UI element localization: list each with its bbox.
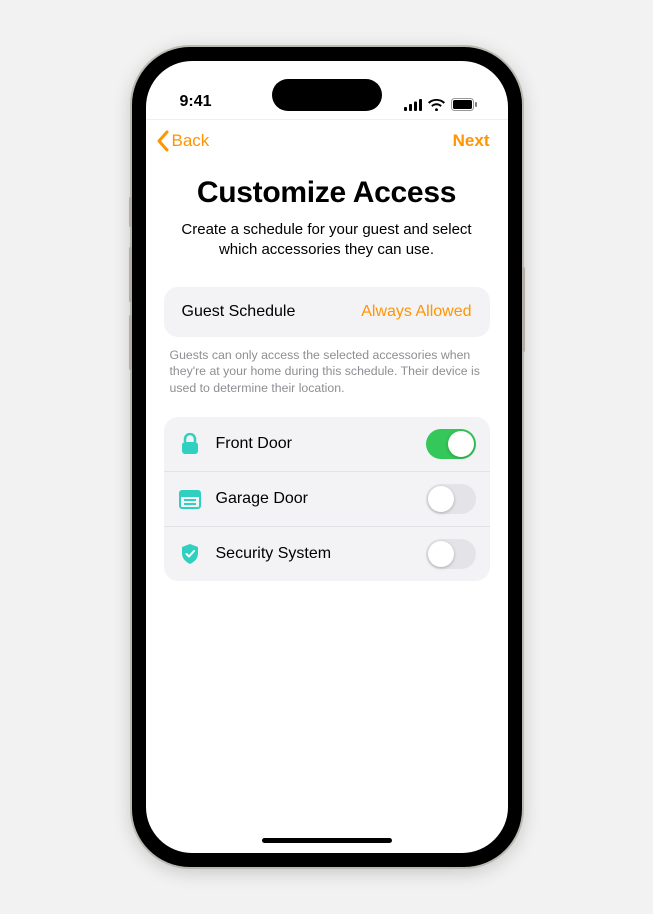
battery-icon xyxy=(451,98,478,111)
screen: 9:41 Back Next xyxy=(146,61,508,853)
guest-schedule-row[interactable]: Guest Schedule Always Allowed xyxy=(164,287,490,337)
schedule-footnote: Guests can only access the selected acce… xyxy=(170,347,484,398)
toggle-garage-door[interactable] xyxy=(426,484,476,514)
accessory-list: Front Door Garage Door Security System xyxy=(164,417,490,581)
volume-up-button xyxy=(129,247,132,302)
home-indicator[interactable] xyxy=(262,838,392,843)
page-subtitle: Create a schedule for your guest and sel… xyxy=(146,210,508,261)
guest-schedule-label: Guest Schedule xyxy=(182,303,296,321)
wifi-icon xyxy=(428,99,445,111)
guest-schedule-value: Always Allowed xyxy=(361,303,471,321)
chevron-left-icon xyxy=(156,130,170,152)
silent-switch xyxy=(129,197,132,227)
status-indicators xyxy=(404,98,478,111)
power-button xyxy=(522,267,525,352)
volume-down-button xyxy=(129,315,132,370)
accessory-label: Front Door xyxy=(216,435,426,453)
nav-bar: Back Next xyxy=(146,119,508,158)
back-label: Back xyxy=(172,131,210,151)
list-item-garage-door: Garage Door xyxy=(164,471,490,526)
accessory-label: Garage Door xyxy=(216,490,426,508)
page-title: Customize Access xyxy=(146,176,508,210)
back-button[interactable]: Back xyxy=(156,130,210,152)
cellular-icon xyxy=(404,99,422,111)
lock-icon xyxy=(178,432,202,456)
dynamic-island xyxy=(272,79,382,111)
toggle-front-door[interactable] xyxy=(426,429,476,459)
garage-icon xyxy=(178,487,202,511)
status-time: 9:41 xyxy=(180,93,212,111)
list-item-front-door: Front Door xyxy=(164,417,490,471)
toggle-security-system[interactable] xyxy=(426,539,476,569)
accessory-label: Security System xyxy=(216,545,426,563)
next-button[interactable]: Next xyxy=(453,131,490,151)
phone-device: 9:41 Back Next xyxy=(132,47,522,867)
shield-icon xyxy=(178,542,202,566)
list-item-security-system: Security System xyxy=(164,526,490,581)
